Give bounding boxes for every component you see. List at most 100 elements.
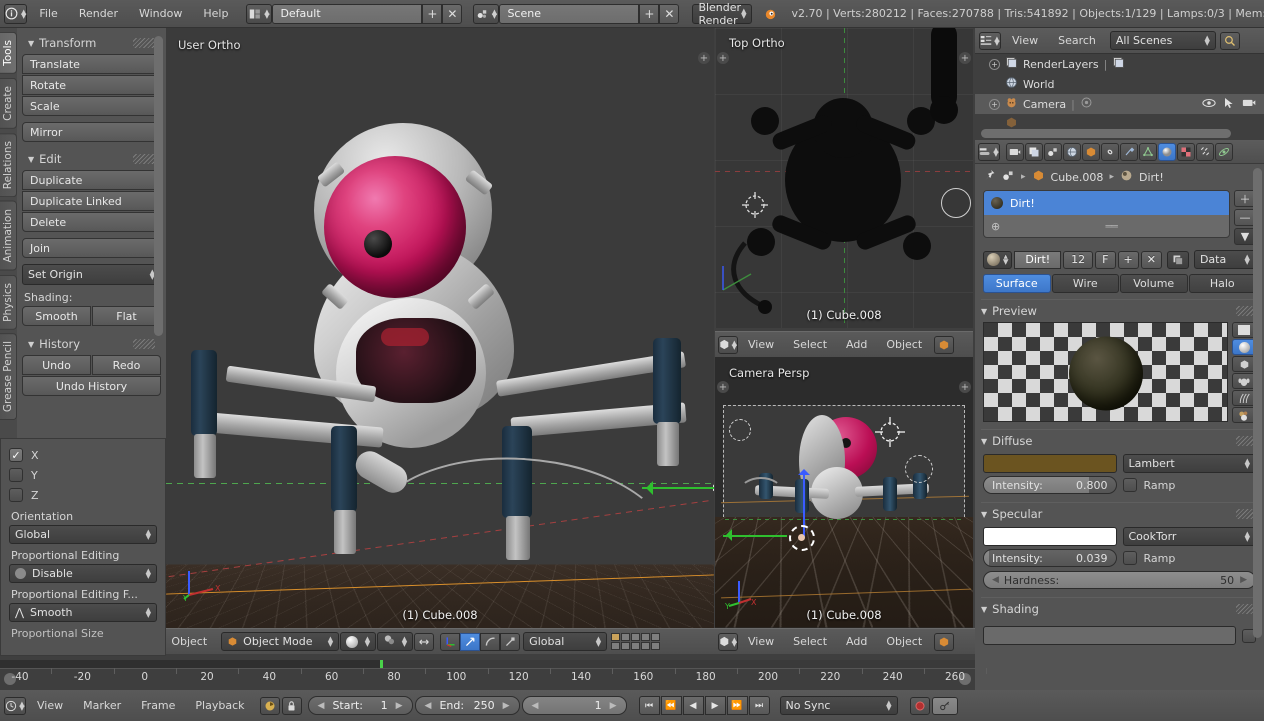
tab-render-layers[interactable] [1025,143,1043,161]
scale-button[interactable]: Scale [22,96,161,116]
material-link-dropdown[interactable]: Data ▲▼ [1194,250,1256,269]
add-slot-plus-icon[interactable]: ⊕ [991,220,1000,233]
view3d-menu-add[interactable]: Add [837,631,876,653]
timeline-menu-marker[interactable]: Marker [74,695,130,717]
menu-help[interactable]: Help [194,3,237,25]
editor-type-view3d-icon[interactable]: ▲▼ [718,336,738,354]
manipulator-toggle-icon[interactable] [440,633,460,651]
timeline-menu-frame[interactable]: Frame [132,695,184,717]
timeline-ruler[interactable]: -40-200204060801001201401601802002202402… [0,668,975,690]
diffuse-shader-dropdown[interactable]: Lambert ▲▼ [1123,454,1257,473]
delete-button[interactable]: Delete [22,212,161,232]
outliner-menu-search[interactable]: Search [1049,30,1105,52]
view3d-menu-object[interactable]: Object [877,334,931,356]
panel-header-specular[interactable]: ▼ Specular [975,503,1264,525]
tab-world[interactable] [1063,143,1081,161]
outliner-menu-view[interactable]: View [1003,30,1047,52]
tab-particles[interactable] [1196,143,1214,161]
jump-to-start-button[interactable]: ⏮ [639,696,660,715]
undo-button[interactable]: Undo [22,355,91,375]
menu-window[interactable]: Window [130,3,191,25]
scene-layers-grid[interactable] [611,633,660,650]
specular-color-swatch[interactable] [983,527,1117,546]
viewport-camera-persp[interactable]: Y X Camera Persp (1) Cube.008 + + [715,357,973,628]
fake-user-button[interactable]: F [1095,251,1115,269]
screen-layout-icon[interactable]: ▲▼ [246,4,272,24]
play-reverse-button[interactable]: ◀ [683,696,704,715]
menu-render[interactable]: Render [70,3,127,25]
material-slot-list[interactable]: Dirt! ⊕ ══ [983,190,1230,238]
panel-header-history[interactable]: ▼ History [22,333,161,355]
scene-breadcrumb-icon[interactable] [1002,169,1015,185]
material-browse-button[interactable]: ▲▼ [983,251,1012,269]
join-button[interactable]: Join [22,238,161,258]
set-origin-dropdown[interactable]: Set Origin ▲▼ [22,264,161,285]
diffuse-ramp-checkbox[interactable] [1123,478,1137,492]
tab-physics[interactable] [1215,143,1233,161]
outliner-hscrollbar[interactable] [981,129,1231,138]
pin-icon[interactable] [983,169,996,185]
specular-ramp-checkbox[interactable] [1123,551,1137,565]
previous-keyframe-button[interactable]: ⏪ [661,696,682,715]
tab-object-data[interactable] [1139,143,1157,161]
specular-intensity-slider[interactable]: Intensity: 0.039 [983,549,1117,567]
editor-type-view3d-icon[interactable]: ▲▼ [718,633,738,651]
view3d-menu-select[interactable]: Select [784,334,836,356]
scene-icon[interactable]: ▲▼ [473,4,499,24]
region-toggle-plus-icon[interactable]: + [959,52,971,64]
menu-file[interactable]: File [30,3,66,25]
shade-smooth-button[interactable]: Smooth [22,306,91,326]
shade-flat-button[interactable]: Flat [92,306,161,326]
panel-header-preview[interactable]: ▼ Preview [975,300,1264,322]
view3d-menu-object[interactable]: Object [877,631,931,653]
duplicate-button[interactable]: Duplicate [22,170,161,190]
toolshelf-tab-animation[interactable]: Animation [0,201,17,271]
proportional-editing-dropdown[interactable]: Disable ▲▼ [9,564,157,583]
timeline-menu-playback[interactable]: Playback [186,695,253,717]
redo-button[interactable]: Redo [92,355,161,375]
screen-layout-field[interactable]: Default [272,4,422,24]
object-mode-icon[interactable] [934,633,954,651]
record-icon[interactable] [910,697,930,715]
view3d-menu-view[interactable]: View [739,334,783,356]
sync-mode-dropdown[interactable]: No Sync ▲▼ [780,696,898,715]
restrict-select-cursor-icon[interactable] [1224,97,1234,112]
toolshelf-tab-create[interactable]: Create [0,78,17,129]
start-frame-field[interactable]: ◀ Start: 1 ▶ [308,696,413,715]
view3d-menu-view[interactable]: View [739,631,783,653]
toolshelf-tab-tools[interactable]: Tools [0,32,17,74]
render-engine-dropdown[interactable]: Blender Render ▲▼ [692,4,752,24]
tab-constraints[interactable] [1101,143,1119,161]
view3d-menu-add[interactable]: Add [837,334,876,356]
lock-time-icon[interactable] [282,697,302,715]
duplicate-linked-button[interactable]: Duplicate Linked [22,191,161,211]
expand-toggle-icon[interactable]: + [989,59,1000,70]
transform-orientation-dropdown[interactable]: Global ▲▼ [523,632,607,651]
outliner-row-renderlayers[interactable]: + RenderLayers | [975,54,1264,74]
restrict-view-eye-icon[interactable] [1202,98,1216,111]
chevron-right-icon[interactable]: ▶ [610,701,617,711]
snap-during-transform-icon[interactable] [414,633,434,651]
axis-y-checkbox[interactable] [9,468,23,482]
tab-material[interactable] [1158,143,1176,161]
tab-modifiers[interactable] [1120,143,1138,161]
region-toggle-plus-icon[interactable]: + [698,52,710,64]
outliner-row-world[interactable]: World [975,74,1264,94]
chevron-right-icon[interactable]: ▶ [1240,575,1247,585]
view3d-menu-object[interactable]: Object [162,631,216,653]
current-frame-field[interactable]: ◀ 1 ▶ [522,696,627,715]
list-resize-grip[interactable]: ══ [1105,220,1116,233]
copy-material-button[interactable] [1167,251,1189,269]
type-tab-wire[interactable]: Wire [1052,274,1120,293]
tab-scene[interactable] [1044,143,1062,161]
editor-type-properties-icon[interactable]: ▲▼ [978,143,1000,161]
scale-manipulator-icon[interactable] [500,633,520,651]
translate-manipulator-icon[interactable] [460,633,480,651]
chevron-left-icon[interactable]: ◀ [532,701,539,711]
hardness-slider[interactable]: ◀ Hardness: 50 ▶ [983,571,1256,589]
rotate-button[interactable]: Rotate [22,75,161,95]
region-toggle-plus-icon[interactable]: + [717,381,729,393]
axis-x-checkbox[interactable]: ✓ [9,448,23,462]
material-users-button[interactable]: 12 [1063,251,1093,269]
specular-shader-dropdown[interactable]: CookTorr ▲▼ [1123,527,1257,546]
